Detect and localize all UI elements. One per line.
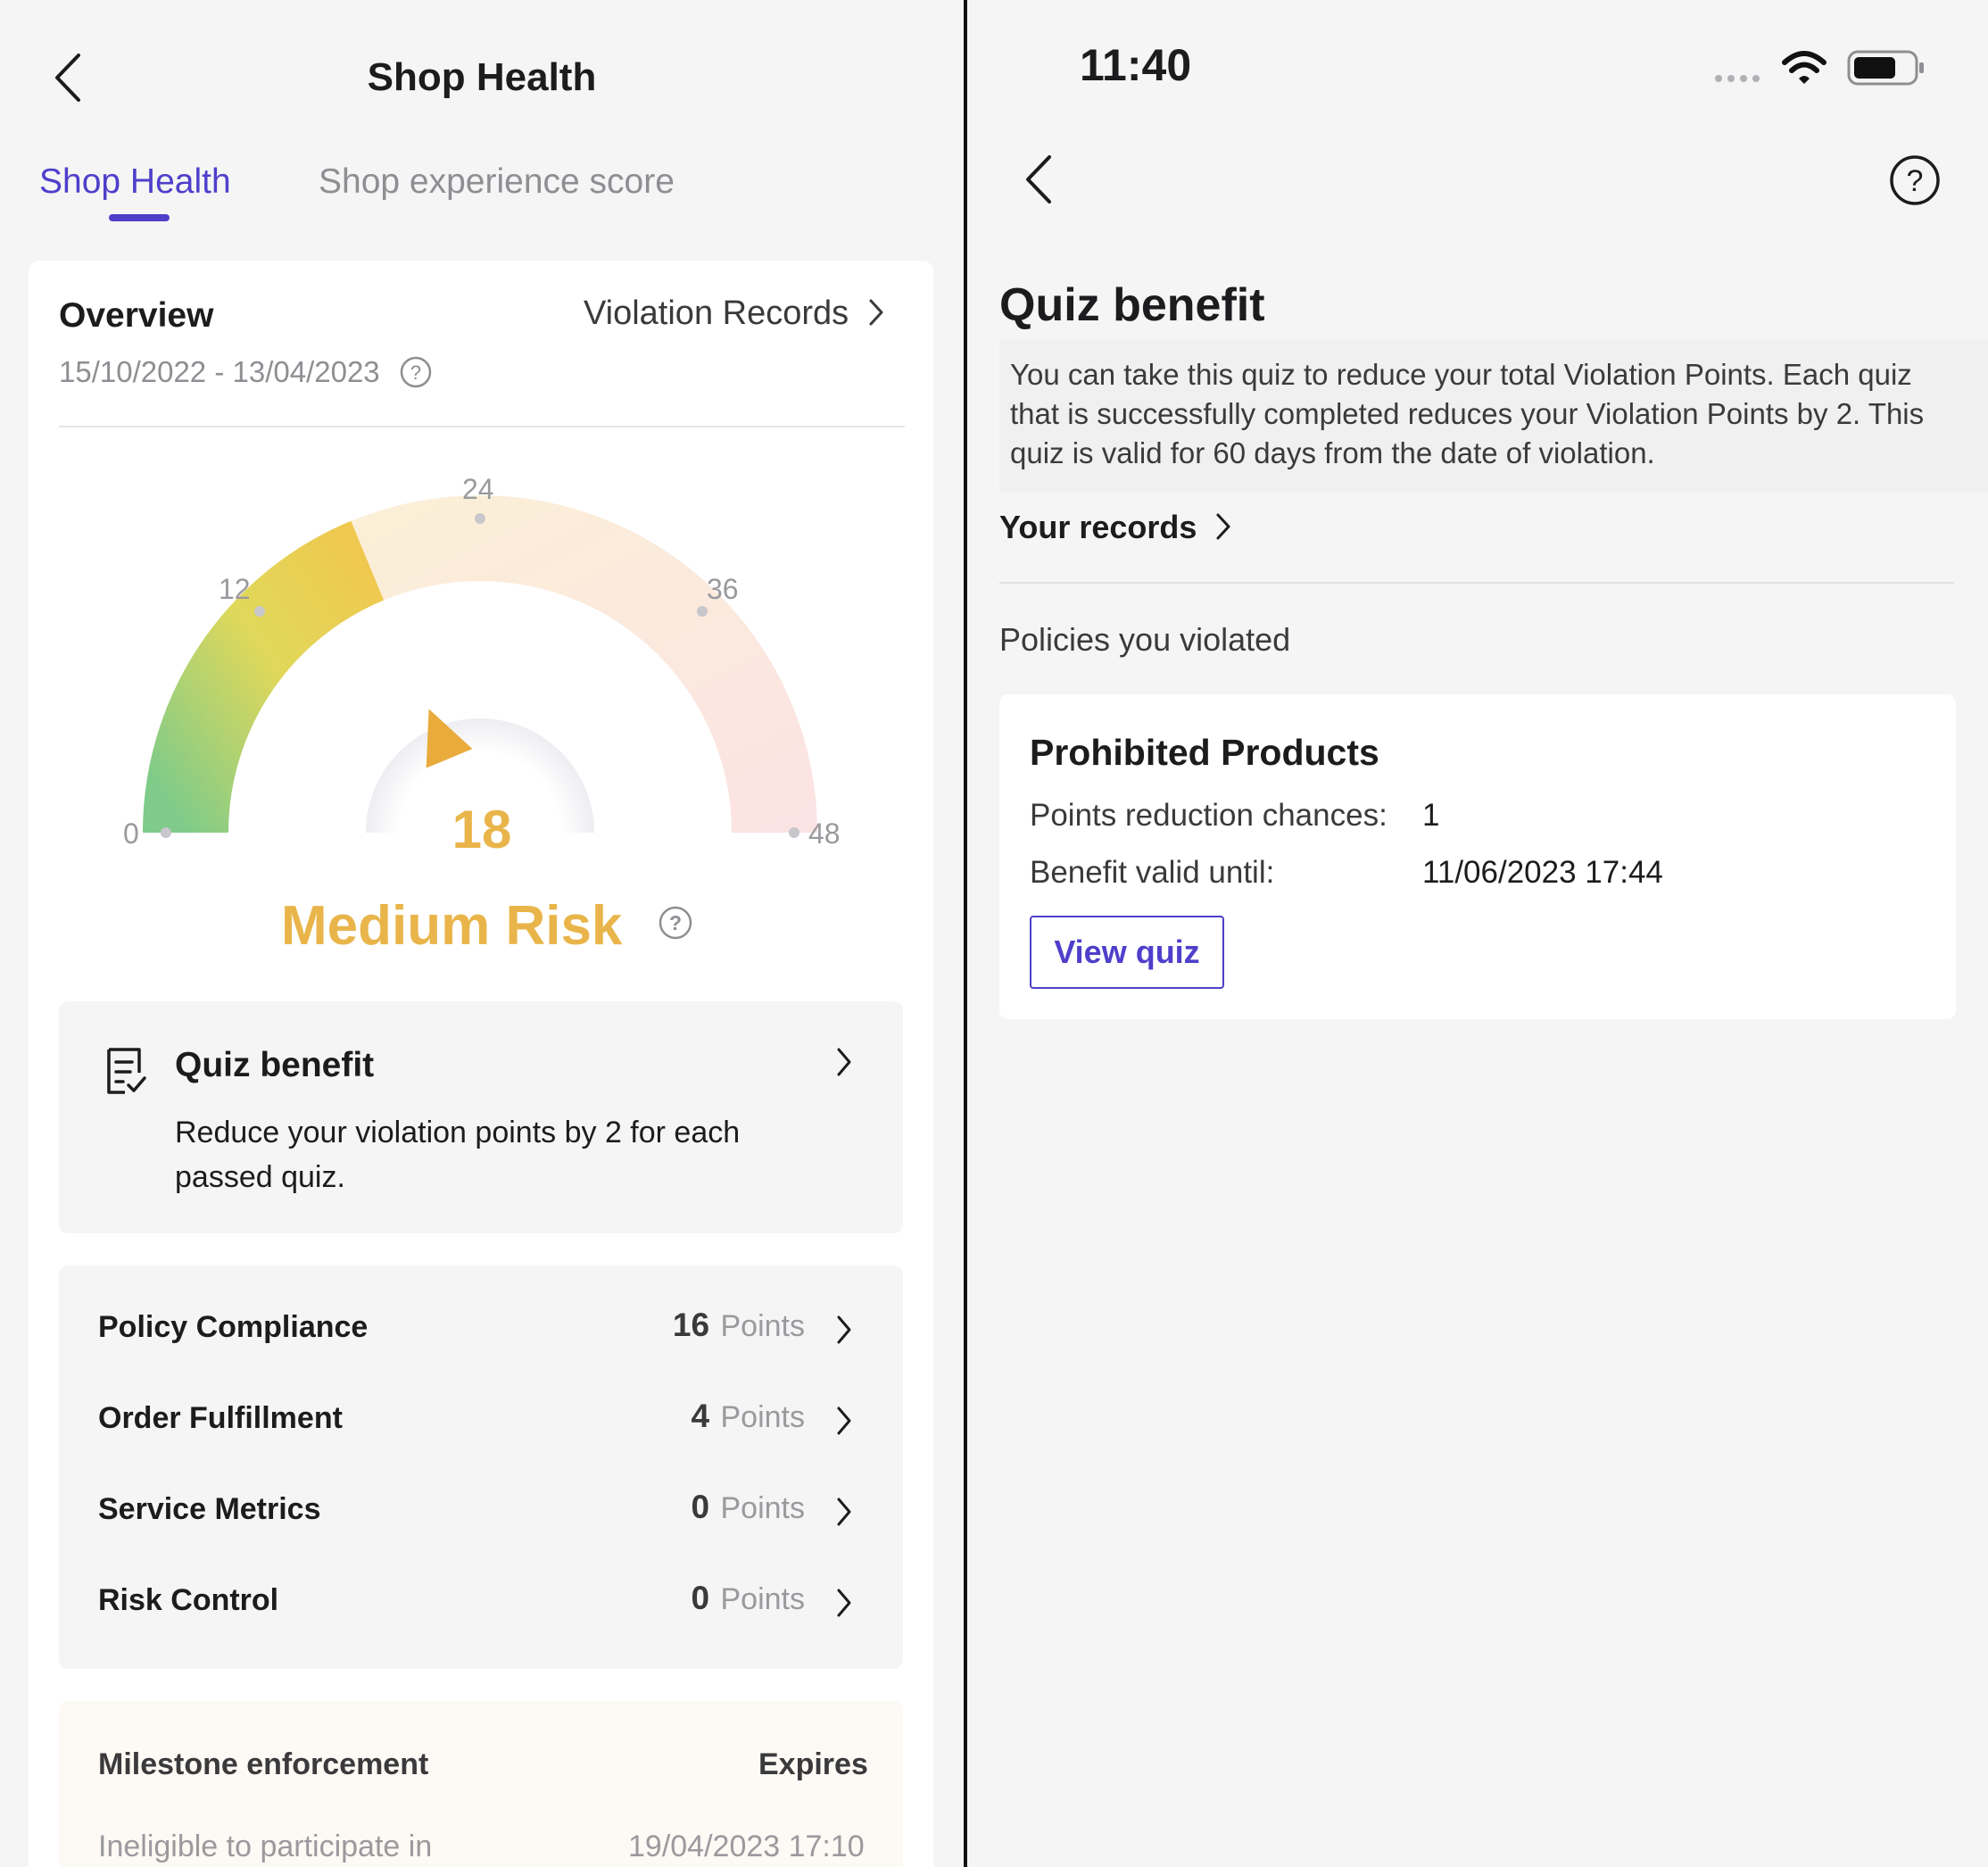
metric-name: Order Fulfillment [98,1401,343,1435]
quiz-benefit-description: Reduce your violation points by 2 for ea… [175,1116,741,1194]
metric-row-risk-control[interactable]: Risk Control 0 Points [59,1564,903,1644]
tick-label-24: 24 [462,473,494,505]
gauge-fill [143,520,385,834]
chevron-right-icon [837,1315,851,1344]
chevron-right-icon [837,1498,851,1526]
policy-title: Prohibited Products [1030,732,1379,773]
risk-level-text: Medium Risk [281,895,623,957]
chevron-right-icon [837,1589,851,1617]
milestone-description: Ineligible to participate in [98,1830,433,1863]
metric-value: 4 [691,1398,710,1434]
help-question-icon[interactable]: ? [1888,154,1942,207]
metric-name: Policy Compliance [98,1310,369,1344]
metric-points: 4 Points [691,1398,805,1435]
chevron-right-icon [869,299,883,326]
active-tab-indicator [109,214,170,221]
wifi-icon [1782,51,1826,84]
divider [59,426,905,427]
benefit-valid-value: 11/06/2023 17:44 [1422,855,1663,890]
metric-unit: Points [720,1309,806,1343]
metric-value: 0 [691,1489,710,1525]
policies-violated-heading: Policies you violated [999,621,1291,658]
tick-label-36: 36 [707,573,739,605]
metric-value: 16 [672,1307,710,1343]
view-quiz-button[interactable]: View quiz [1030,916,1224,989]
quiz-benefit-screen: 11:40 ? Quiz benefit You can take this q… [967,0,1988,1867]
your-records-link[interactable]: Your records [999,509,1232,546]
reduction-chances-label: Points reduction chances: [1030,798,1387,833]
metric-points: 0 Points [691,1580,805,1617]
metric-points: 16 Points [673,1307,805,1344]
metric-row-order-fulfillment[interactable]: Order Fulfillment 4 Points [59,1382,903,1462]
tick-label-12: 12 [219,573,251,605]
quiz-benefit-title: Quiz benefit [999,279,1265,331]
metric-name: Risk Control [98,1583,279,1617]
gauge-score: 18 [451,800,512,859]
milestone-date: 19/04/2023 17:10 [628,1830,865,1863]
signal-dots-icon [1715,75,1760,82]
tick-label-0: 0 [123,817,139,850]
tick-dot-36 [697,606,708,617]
quiz-benefit-title: Quiz benefit [175,1046,375,1084]
tick-dot-0 [161,827,171,838]
metric-unit: Points [720,1491,806,1525]
tab-shop-health[interactable]: Shop Health [39,162,231,202]
question-circle-icon[interactable]: ? [399,355,433,389]
back-chevron-icon[interactable] [1023,154,1055,205]
violation-records-label: Violation Records [584,295,849,332]
battery-icon [1847,50,1924,86]
tick-label-48: 48 [808,817,841,850]
date-range-text: 15/10/2022 - 13/04/2023 [59,355,380,388]
chevron-right-icon [837,1048,851,1076]
shop-health-screen: Shop Health Shop Health Shop experience … [0,0,964,1867]
quiz-document-icon [107,1048,146,1094]
svg-text:?: ? [410,361,421,384]
chevron-right-icon [1216,513,1230,540]
tick-dot-48 [789,827,799,838]
milestone-expires-label: Expires [758,1747,868,1781]
svg-text:?: ? [669,911,682,934]
your-records-label: Your records [999,509,1197,545]
metric-value: 0 [691,1580,710,1616]
question-circle-icon[interactable]: ? [658,905,693,941]
benefit-valid-label: Benefit valid until: [1030,855,1275,890]
svg-text:?: ? [1907,164,1924,198]
metric-unit: Points [720,1582,806,1616]
tick-dot-24 [475,513,485,524]
violation-records-link[interactable]: Violation Records [584,295,885,333]
metric-row-policy-compliance[interactable]: Policy Compliance 16 Points [59,1290,903,1371]
quiz-benefit-description: You can take this quiz to reduce your to… [1010,358,1925,469]
risk-level: Medium Risk ? [281,894,693,958]
tick-dot-12 [254,606,265,617]
tab-shop-experience-score[interactable]: Shop experience score [319,162,675,202]
divider [999,582,1954,584]
chevron-right-icon [837,1406,851,1435]
metric-unit: Points [720,1400,806,1434]
date-range: 15/10/2022 - 13/04/2023 ? [59,355,433,389]
metric-row-service-metrics[interactable]: Service Metrics 0 Points [59,1473,903,1553]
metric-points: 0 Points [691,1489,805,1526]
page-title: Shop Health [367,55,597,99]
metric-name: Service Metrics [98,1492,321,1526]
reduction-chances-value: 1 [1422,798,1440,833]
milestone-title: Milestone enforcement [98,1747,429,1781]
status-bar-time: 11:40 [1080,40,1192,90]
overview-title: Overview [59,296,214,335]
